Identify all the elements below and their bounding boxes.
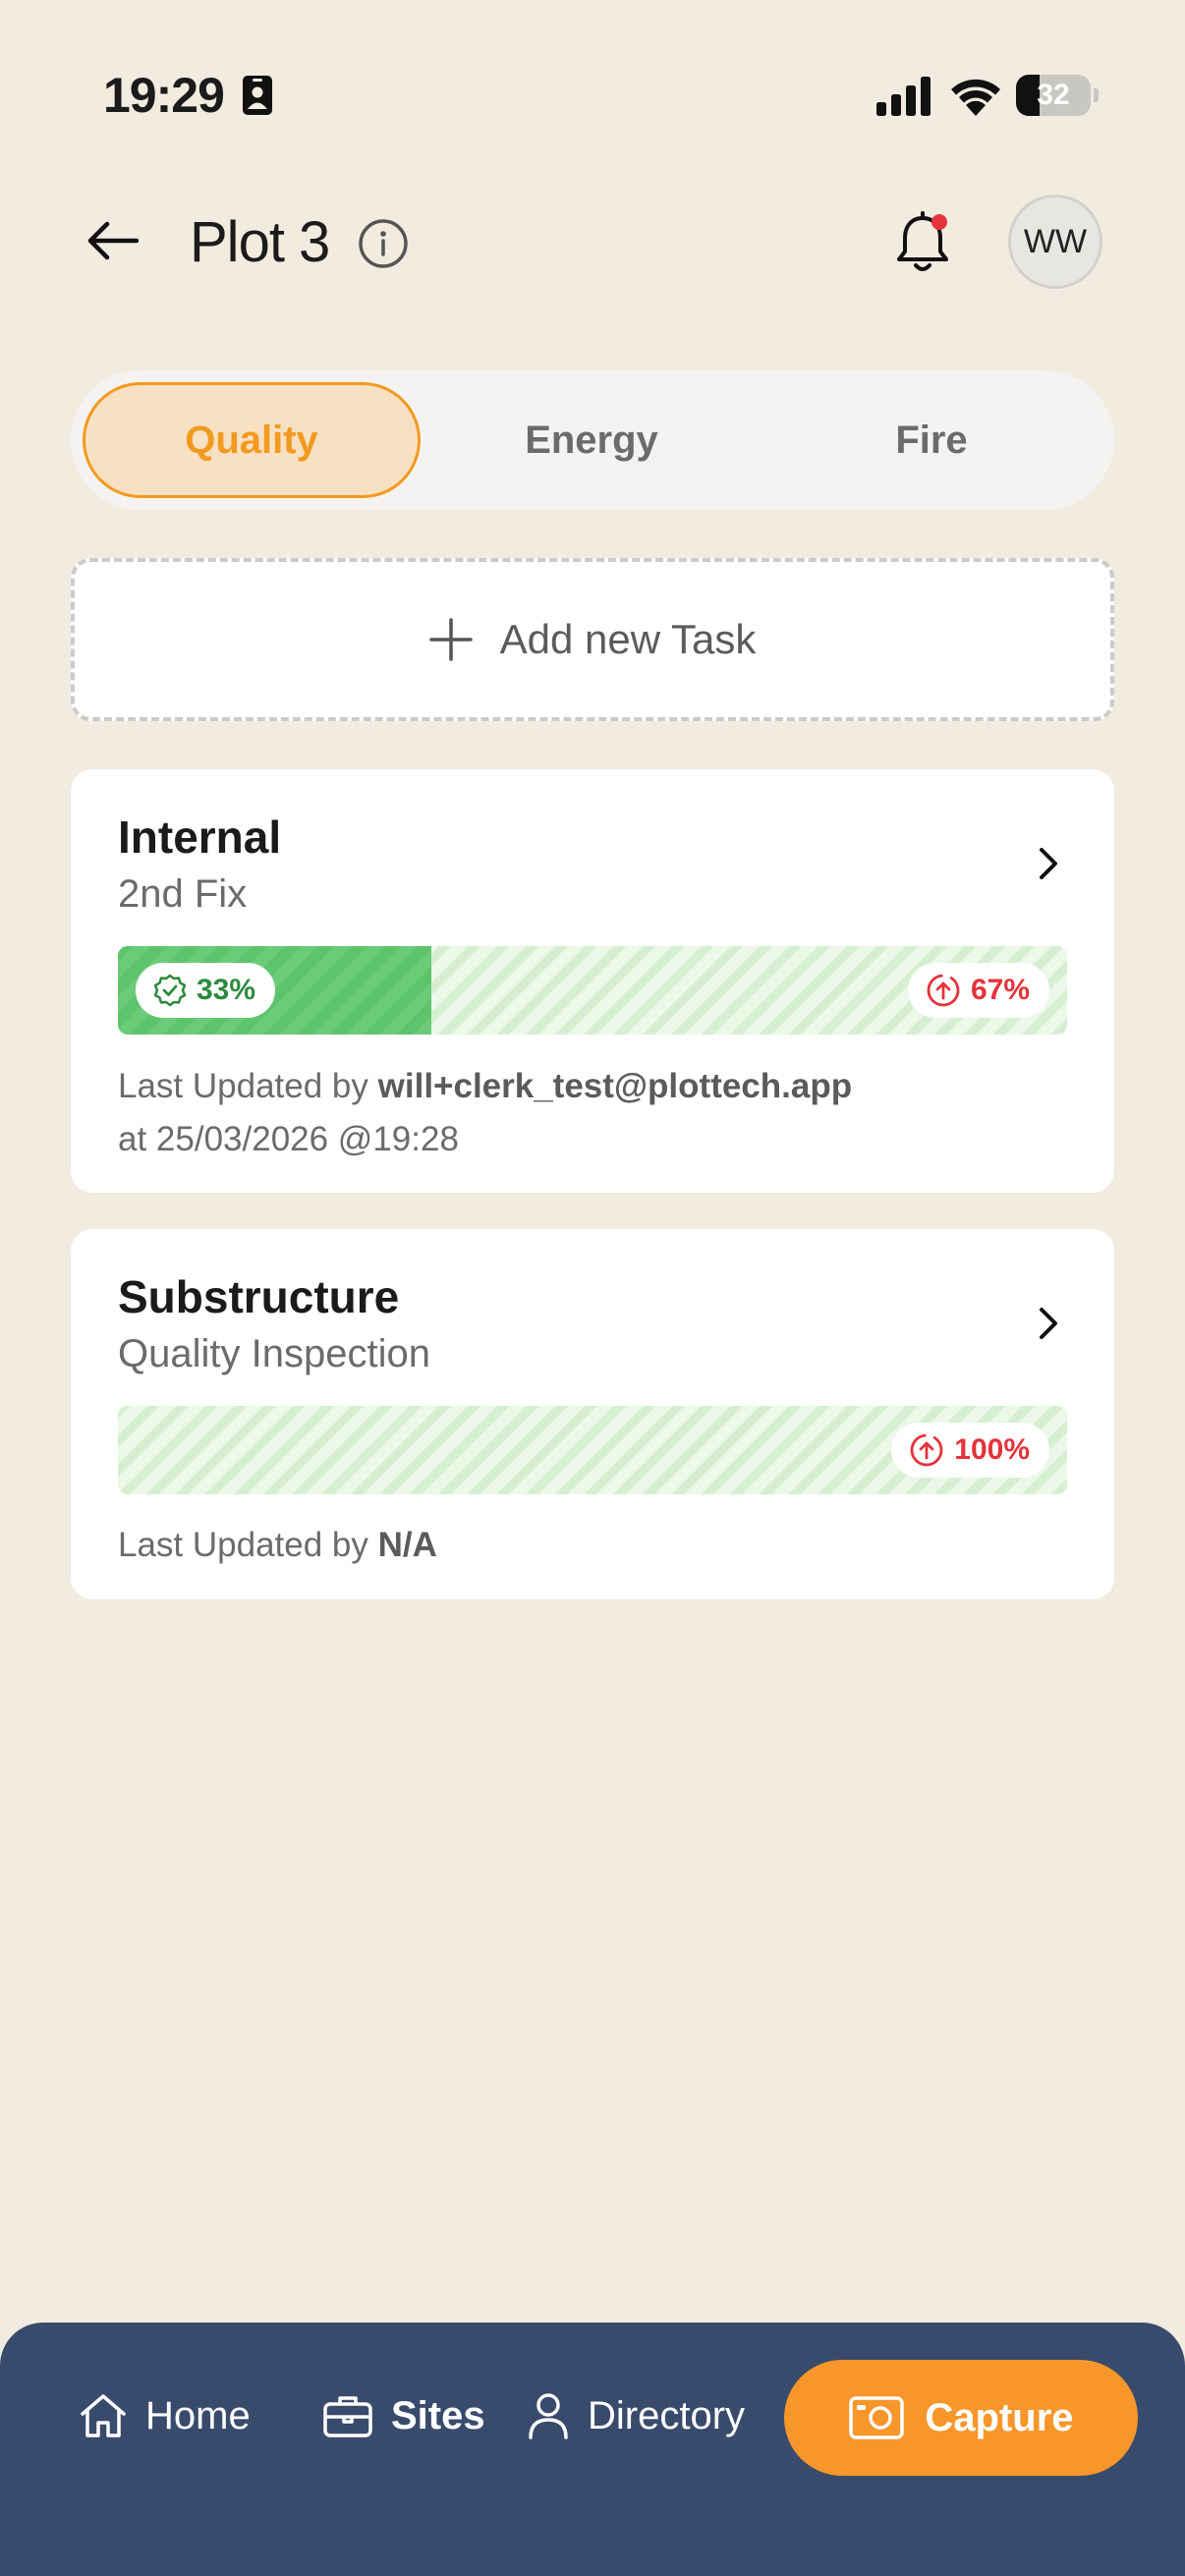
avatar[interactable]: WW [1008,195,1102,289]
updated-by: will+clerk_test@plottech.app [377,1067,853,1105]
battery-icon: 32 [1016,75,1099,116]
check-badge-icon [153,974,187,1007]
camera-icon [849,2396,905,2439]
tab-energy[interactable]: Energy [423,382,761,498]
battery-tip [1094,88,1099,102]
last-updated-line: Last Updated by will+clerk_test@plottech… [118,1060,852,1113]
tab-fire[interactable]: Fire [762,382,1100,498]
capture-label: Capture [925,2395,1074,2439]
nav-directory-label: Directory [588,2393,746,2437]
arrow-left-icon [87,221,139,260]
add-task-button[interactable]: Add new Task [71,558,1114,721]
status-time: 19:29 [103,68,225,123]
signal-icon [876,77,931,116]
info-icon[interactable] [358,218,409,269]
page-title: Plot 3 [190,210,330,274]
task-subtitle: Quality Inspection [118,1332,430,1375]
person-icon [529,2393,568,2439]
segment-tabs: Quality Energy Fire [71,370,1114,510]
notification-dot [931,214,947,230]
task-card-internal[interactable]: Internal 2nd Fix 33% 67% Last Updated by… [71,769,1114,1193]
task-card-substructure[interactable]: Substructure Quality Inspection 100% Las… [71,1229,1114,1599]
screen: 19:29 32 Plot 3 WW Quality Energy Fire A… [0,0,1185,2576]
status-bar: 19:29 32 [0,0,1185,187]
wifi-icon [951,79,1000,116]
back-button[interactable] [79,206,147,275]
arrow-up-circle-icon [927,974,960,1007]
remaining-percent: 100% [954,1433,1030,1466]
chevron-right-icon[interactable] [1028,1304,1067,1343]
nav-home[interactable]: Home [79,2323,251,2509]
last-updated-time: at 25/03/2026 @19:28 [118,1120,459,1158]
updated-by: N/A [377,1526,437,1564]
updated-prefix: Last Updated by [118,1526,368,1564]
capture-button[interactable]: Capture [784,2360,1138,2476]
remaining-percent: 67% [970,974,1030,1006]
nav-sites-label: Sites [391,2393,485,2437]
nav-sites[interactable]: Sites [322,2323,485,2509]
nav-home-label: Home [145,2393,251,2437]
task-progress-bar: 33% 67% [118,946,1067,1035]
last-updated-line: Last Updated by N/A [118,1519,437,1572]
complete-badge: 33% [136,963,276,1018]
id-badge-icon [243,76,272,115]
battery-level: 32 [1037,79,1070,111]
battery-body: 32 [1016,75,1091,116]
briefcase-icon [323,2396,372,2437]
remaining-badge: 67% [907,963,1049,1018]
task-subtitle: 2nd Fix [118,872,248,916]
plus-icon [428,618,473,661]
chevron-right-icon[interactable] [1028,844,1067,883]
task-title: Internal [118,812,282,863]
tab-quality[interactable]: Quality [83,382,421,498]
arrow-up-circle-icon [910,1433,943,1467]
task-progress-bar: 100% [118,1406,1067,1494]
complete-percent: 33% [197,974,256,1006]
remaining-badge: 100% [891,1423,1049,1478]
task-title: Substructure [118,1271,400,1322]
home-icon [81,2394,126,2437]
nav-directory[interactable]: Directory [527,2323,745,2509]
updated-prefix: Last Updated by [118,1067,368,1105]
add-task-label: Add new Task [499,616,757,662]
bottom-nav: Home Sites Directory Capture [0,2323,1185,2576]
notifications-button[interactable] [890,208,955,279]
